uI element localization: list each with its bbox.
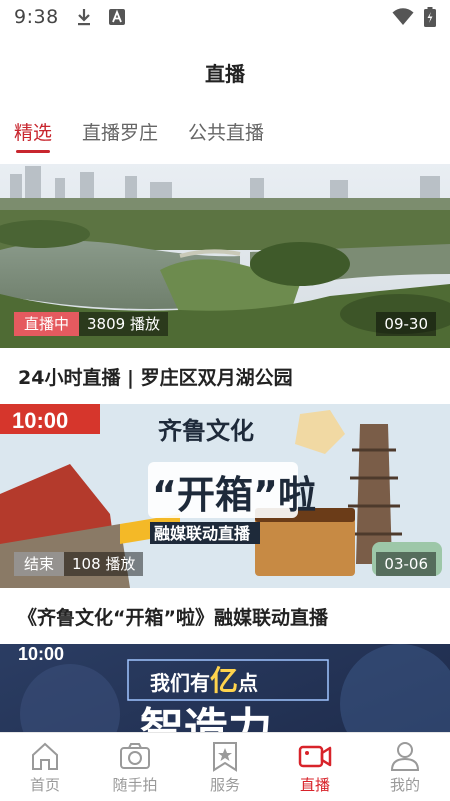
status-time: 9:38	[14, 6, 59, 28]
poster-time: 10:00	[18, 644, 64, 664]
live-card[interactable]: 直播中 3809 播放 09-30 24小时直播 | 罗庄区双月湖公园	[0, 164, 450, 404]
nav-services[interactable]: 服务	[185, 740, 265, 795]
live-card[interactable]: 10:00 齐鲁文化 “开箱”啦 融媒联动直播 结束 108 播放 03-06 …	[0, 404, 450, 644]
card-title[interactable]: 24小时直播 | 罗庄区双月湖公园	[0, 348, 450, 404]
nav-live[interactable]: 直播	[275, 740, 355, 795]
date-badge: 03-06	[376, 552, 436, 576]
live-thumbnail[interactable]: 10:00 齐鲁文化 “开箱”啦 融媒联动直播 结束 108 播放 03-06	[0, 404, 450, 588]
poster-headline-2: 智造力	[140, 704, 272, 732]
ended-state-badge: 结束	[14, 552, 65, 576]
live-thumbnail[interactable]: 直播中 3809 播放 09-30	[0, 164, 450, 348]
live-state-badge: 直播中	[14, 312, 80, 336]
battery-icon	[424, 7, 436, 27]
nav-profile[interactable]: 我的	[365, 740, 445, 795]
nav-label: 首页	[29, 775, 60, 794]
page-header: 直播	[0, 52, 450, 92]
nav-snapshot[interactable]: 随手拍	[95, 740, 175, 795]
poster-headline-2: “开箱”啦	[152, 473, 316, 517]
tab-featured[interactable]: 精选	[14, 118, 52, 153]
poster-headline-1: 我们有	[150, 671, 210, 695]
wifi-icon	[392, 8, 414, 25]
camera-icon	[120, 742, 150, 769]
person-icon	[390, 741, 420, 771]
date-badge: 09-30	[376, 312, 436, 336]
nav-label: 随手拍	[112, 775, 158, 794]
live-thumbnail[interactable]: 10:00 我们有亿点 智造力	[0, 644, 450, 732]
poster-headline-suffix: 点	[238, 671, 258, 695]
page-title: 直播	[205, 61, 245, 86]
poster-time: 10:00	[12, 408, 68, 433]
bottom-nav: 首页 随手拍 服务 直播 我的	[0, 732, 450, 801]
card-title[interactable]: 《齐鲁文化“开箱”啦》融媒联动直播	[0, 588, 450, 644]
live-status-pill: 直播中 3809 播放	[14, 312, 168, 336]
nav-label: 直播	[299, 775, 330, 794]
nav-home[interactable]: 首页	[5, 740, 85, 795]
home-icon	[32, 742, 58, 770]
poster-headline-1: 齐鲁文化	[158, 417, 254, 445]
nav-label: 服务	[209, 775, 240, 794]
tab-bar: 精选 直播罗庄 公共直播	[14, 118, 264, 160]
tab-live-luozhuang[interactable]: 直播罗庄	[82, 118, 158, 153]
live-status-pill: 结束 108 播放	[14, 552, 144, 576]
download-icon	[77, 9, 90, 26]
poster-subtitle: 融媒联动直播	[154, 524, 251, 543]
play-count: 108 播放	[64, 552, 144, 576]
tab-public-live[interactable]: 公共直播	[188, 118, 264, 153]
poster-headline-mark: 亿	[210, 664, 238, 697]
manufacturing-poster-image: 10:00 我们有亿点 智造力	[0, 644, 450, 732]
play-count: 3809 播放	[79, 312, 168, 336]
video-camera-icon	[298, 745, 332, 767]
live-card[interactable]: 10:00 我们有亿点 智造力	[0, 644, 450, 732]
font-icon	[108, 9, 125, 25]
status-bar: 9:38	[0, 0, 450, 34]
bookmark-star-icon	[213, 741, 237, 772]
live-feed: 直播中 3809 播放 09-30 24小时直播 | 罗庄区双月湖公园 10:0…	[0, 164, 450, 732]
nav-label: 我的	[389, 775, 420, 794]
